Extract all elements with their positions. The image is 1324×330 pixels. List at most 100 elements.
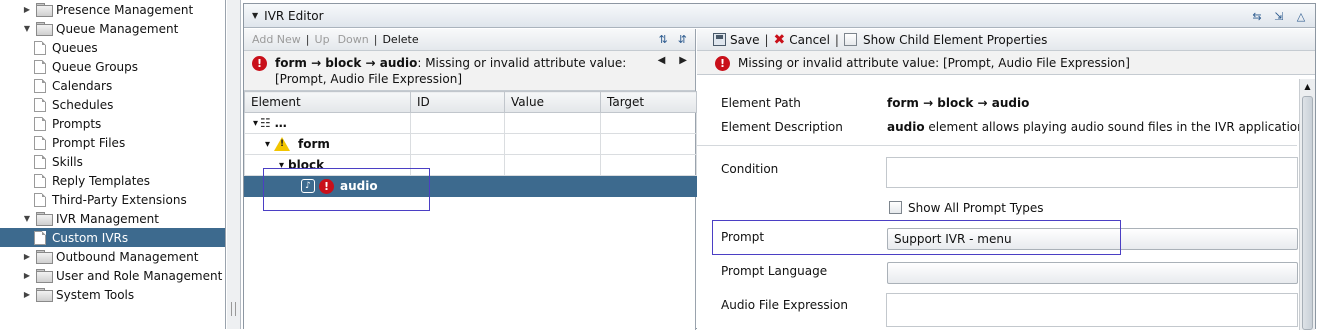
nav-item-label: Prompts xyxy=(52,116,102,131)
error-navigation: ◀ ▶ xyxy=(658,55,687,66)
column-header-element[interactable]: Element xyxy=(244,91,411,113)
element-label: block xyxy=(288,158,325,172)
nav-item-outbound-management[interactable]: ▶ Outbound Management xyxy=(0,247,225,266)
table-header-row: Element ID Value Target xyxy=(244,91,697,113)
nav-item-custom-ivrs[interactable]: Custom IVRs xyxy=(0,228,225,247)
minimize-icon[interactable]: △ xyxy=(1293,8,1309,24)
nav-item-ivr-management[interactable]: ▼ IVR Management xyxy=(0,209,225,228)
nav-item-system-tools[interactable]: ▶ System Tools xyxy=(0,285,225,304)
element-cell[interactable]: ▾ block xyxy=(244,154,411,176)
element-description-name: audio xyxy=(887,120,925,134)
nav-item-schedules[interactable]: Schedules xyxy=(0,95,225,114)
collapse-icon[interactable]: ▼ xyxy=(22,214,32,224)
nav-item-label: Queue Management xyxy=(56,21,179,36)
expand-icon[interactable]: ▶ xyxy=(22,5,32,15)
nav-item-queue-groups[interactable]: Queue Groups xyxy=(0,57,225,76)
element-cell[interactable]: ♪ ! audio xyxy=(244,175,411,197)
properties-error-banner: ! Missing or invalid attribute value: [P… xyxy=(697,51,1315,75)
expand-icon[interactable]: ▶ xyxy=(22,271,32,281)
page-icon xyxy=(34,97,46,112)
expand-icon[interactable]: ▶ xyxy=(22,252,32,262)
next-error-icon[interactable]: ▶ xyxy=(679,55,687,66)
prompt-language-select[interactable] xyxy=(887,262,1298,284)
expand-icon[interactable]: ▶ xyxy=(22,290,32,300)
nav-item-label: Presence Management xyxy=(56,2,194,17)
element-path-value: form → block → audio xyxy=(887,96,1030,110)
nav-item-queues[interactable]: Queues xyxy=(0,38,225,57)
editor-title-bar: ▼ IVR Editor ⇆ ⇲ △ xyxy=(244,4,1315,28)
show-child-properties-checkbox[interactable] xyxy=(843,33,857,46)
tree-error-message: form → block → audio: Missing or invalid… xyxy=(275,55,645,90)
nav-item-presence-management[interactable]: ▶ Presence Management xyxy=(0,0,225,19)
delete-button[interactable]: Delete xyxy=(382,33,418,46)
table-row[interactable]: ▾ form xyxy=(244,133,697,155)
table-row[interactable]: ▾ ☷ … xyxy=(244,112,697,134)
save-icon[interactable] xyxy=(713,33,726,46)
expand-toggle-icon[interactable]: ▾ xyxy=(265,139,270,150)
nav-item-label: Outbound Management xyxy=(56,249,199,264)
table-row-selected[interactable]: ♪ ! audio xyxy=(244,175,697,197)
properties-scrollbar[interactable]: ▲ xyxy=(1299,79,1315,330)
table-row[interactable]: ▾ block xyxy=(244,154,697,176)
nav-item-reply-templates[interactable]: Reply Templates xyxy=(0,171,225,190)
nav-item-label: Custom IVRs xyxy=(52,230,129,245)
nav-item-prompt-files[interactable]: Prompt Files xyxy=(0,133,225,152)
properties-toolbar: Save | ✖ Cancel | Show Child Element Pro… xyxy=(697,29,1315,51)
audio-file-expression-input[interactable] xyxy=(886,293,1298,327)
cancel-icon[interactable]: ✖ xyxy=(774,32,786,48)
folder-icon xyxy=(36,288,53,302)
element-cell[interactable]: ▾ form xyxy=(244,133,411,155)
element-description-value: audio element allows playing audio sound… xyxy=(887,120,1309,134)
show-child-properties-label[interactable]: Show Child Element Properties xyxy=(863,33,1047,47)
add-new-button[interactable]: Add New xyxy=(252,33,301,46)
down-button[interactable]: Down xyxy=(338,33,369,46)
expand-toggle-icon[interactable]: ▾ xyxy=(279,160,284,171)
previous-error-icon[interactable]: ◀ xyxy=(658,55,666,66)
warning-icon xyxy=(274,137,291,151)
save-button[interactable]: Save xyxy=(730,33,759,47)
nav-item-label: System Tools xyxy=(56,287,135,302)
id-cell xyxy=(410,175,505,197)
folder-icon xyxy=(36,3,53,17)
up-button[interactable]: Up xyxy=(315,33,330,46)
column-header-value[interactable]: Value xyxy=(504,91,601,113)
restore-icon[interactable]: ⇲ xyxy=(1271,8,1287,24)
nav-item-calendars[interactable]: Calendars xyxy=(0,76,225,95)
collapse-icon[interactable]: ▼ xyxy=(22,24,32,34)
sort-descending-icon[interactable]: ⇵ xyxy=(678,33,687,46)
cancel-button[interactable]: Cancel xyxy=(789,33,830,47)
splitter-grip[interactable] xyxy=(231,302,236,316)
prompt-select[interactable]: Support IVR - menu xyxy=(887,228,1298,250)
nav-item-label: User and Role Management xyxy=(56,268,223,283)
nav-item-skills[interactable]: Skills xyxy=(0,152,225,171)
nav-item-label: Third-Party Extensions xyxy=(52,192,187,207)
detach-icon[interactable]: ⇆ xyxy=(1249,8,1265,24)
element-cell[interactable]: ▾ ☷ … xyxy=(244,112,411,134)
pane-splitter[interactable] xyxy=(227,0,241,329)
column-header-target[interactable]: Target xyxy=(600,91,697,113)
page-icon xyxy=(34,78,46,93)
prompt-select-value: Support IVR - menu xyxy=(894,232,1012,246)
nav-item-prompts[interactable]: Prompts xyxy=(0,114,225,133)
page-icon xyxy=(34,116,46,131)
element-tree-pane: Add New | Up Down | Delete ⇅ ⇵ ! form → … xyxy=(244,29,697,330)
nav-item-user-and-role-management[interactable]: ▶ User and Role Management xyxy=(0,266,225,285)
page-icon xyxy=(34,59,46,74)
nav-item-third-party-extensions[interactable]: Third-Party Extensions xyxy=(0,190,225,209)
expand-toggle-icon[interactable]: ▾ xyxy=(253,118,258,129)
show-all-prompt-types-label[interactable]: Show All Prompt Types xyxy=(908,201,1044,215)
scrollbar-thumb[interactable] xyxy=(1302,96,1313,330)
element-label: … xyxy=(274,116,287,130)
nav-item-queue-management[interactable]: ▼ Queue Management xyxy=(0,19,225,38)
page-icon xyxy=(34,154,46,169)
sort-ascending-icon[interactable]: ⇅ xyxy=(659,33,668,46)
show-all-prompt-types-checkbox[interactable] xyxy=(889,201,902,214)
error-path: form → block → audio xyxy=(275,56,418,70)
collapse-triangle-icon[interactable]: ▼ xyxy=(252,11,258,20)
nav-item-label: Skills xyxy=(52,154,83,169)
condition-input[interactable] xyxy=(886,157,1298,188)
page-icon xyxy=(34,40,46,55)
column-header-id[interactable]: ID xyxy=(410,91,505,113)
element-table: Element ID Value Target ▾ ☷ … ▾ ! form ▾… xyxy=(244,91,697,197)
scroll-up-icon[interactable]: ▲ xyxy=(1300,79,1315,94)
